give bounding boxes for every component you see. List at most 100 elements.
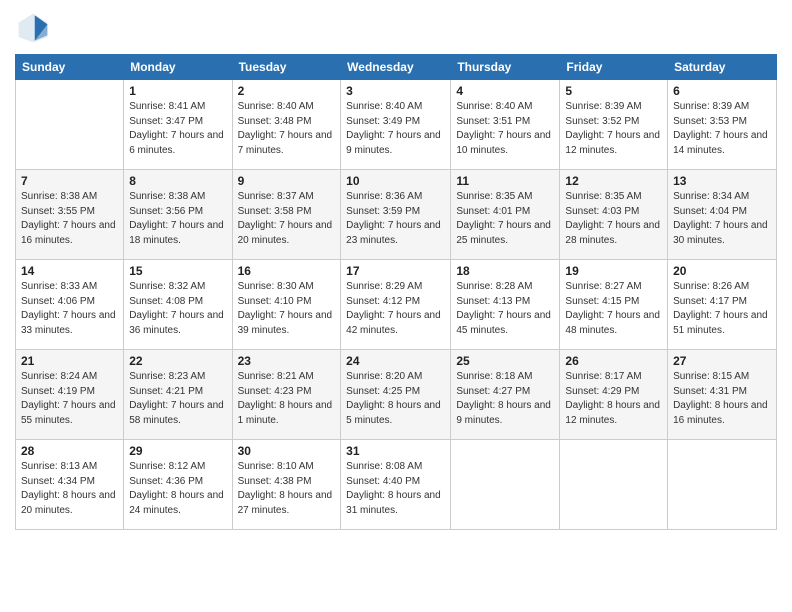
calendar-cell: 13 Sunrise: 8:34 AMSunset: 4:04 PMDayligh…: [668, 170, 777, 260]
day-number: 5: [565, 84, 662, 98]
calendar-cell: 15 Sunrise: 8:32 AMSunset: 4:08 PMDayligh…: [124, 260, 232, 350]
calendar-cell: 27 Sunrise: 8:15 AMSunset: 4:31 PMDayligh…: [668, 350, 777, 440]
day-info: Sunrise: 8:28 AMSunset: 4:13 PMDaylight:…: [456, 280, 554, 338]
day-info: Sunrise: 8:10 AMSunset: 4:38 PMDaylight:…: [238, 460, 336, 518]
day-info: Sunrise: 8:37 AMSunset: 3:58 PMDaylight:…: [238, 190, 336, 248]
calendar-cell: [451, 440, 560, 530]
day-info: Sunrise: 8:29 AMSunset: 4:12 PMDaylight:…: [346, 280, 445, 338]
day-number: 14: [21, 264, 118, 278]
day-info: Sunrise: 8:26 AMSunset: 4:17 PMDaylight:…: [673, 280, 771, 338]
header: [15, 10, 777, 46]
calendar-cell: 22 Sunrise: 8:23 AMSunset: 4:21 PMDayligh…: [124, 350, 232, 440]
day-info: Sunrise: 8:35 AMSunset: 4:01 PMDaylight:…: [456, 190, 554, 248]
day-info: Sunrise: 8:36 AMSunset: 3:59 PMDaylight:…: [346, 190, 445, 248]
day-number: 31: [346, 444, 445, 458]
calendar-cell: 21Sunrise: 8:24 AMSunset: 4:19 PMDayligh…: [16, 350, 124, 440]
calendar-cell: 17 Sunrise: 8:29 AMSunset: 4:12 PMDayligh…: [341, 260, 451, 350]
day-info: Sunrise: 8:40 AMSunset: 3:48 PMDaylight:…: [238, 100, 336, 158]
day-info: Sunrise: 8:35 AMSunset: 4:03 PMDaylight:…: [565, 190, 662, 248]
day-info: Sunrise: 8:38 AMSunset: 3:55 PMDaylight:…: [21, 190, 118, 248]
day-info: Sunrise: 8:18 AMSunset: 4:27 PMDaylight:…: [456, 370, 554, 428]
calendar-cell: [560, 440, 668, 530]
day-number: 25: [456, 354, 554, 368]
calendar-cell: 16Sunrise: 8:30 AMSunset: 4:10 PMDayligh…: [232, 260, 341, 350]
day-number: 23: [238, 354, 336, 368]
calendar: SundayMondayTuesdayWednesdayThursdayFrid…: [15, 54, 777, 530]
day-number: 9: [238, 174, 336, 188]
day-number: 6: [673, 84, 771, 98]
calendar-cell: 6 Sunrise: 8:39 AMSunset: 3:53 PMDaylight…: [668, 80, 777, 170]
calendar-cell: [16, 80, 124, 170]
calendar-cell: 20 Sunrise: 8:26 AMSunset: 4:17 PMDayligh…: [668, 260, 777, 350]
day-info: Sunrise: 8:15 AMSunset: 4:31 PMDaylight:…: [673, 370, 771, 428]
calendar-cell: [668, 440, 777, 530]
day-info: Sunrise: 8:24 AMSunset: 4:19 PMDaylight:…: [21, 370, 118, 428]
day-number: 2: [238, 84, 336, 98]
day-number: 27: [673, 354, 771, 368]
calendar-cell: 30 Sunrise: 8:10 AMSunset: 4:38 PMDayligh…: [232, 440, 341, 530]
calendar-cell: 3 Sunrise: 8:40 AMSunset: 3:49 PMDaylight…: [341, 80, 451, 170]
day-number: 19: [565, 264, 662, 278]
calendar-cell: 25 Sunrise: 8:18 AMSunset: 4:27 PMDayligh…: [451, 350, 560, 440]
day-number: 24: [346, 354, 445, 368]
calendar-cell: 10Sunrise: 8:36 AMSunset: 3:59 PMDayligh…: [341, 170, 451, 260]
calendar-cell: 28 Sunrise: 8:13 AMSunset: 4:34 PMDayligh…: [16, 440, 124, 530]
page: SundayMondayTuesdayWednesdayThursdayFrid…: [0, 0, 792, 612]
calendar-cell: 26 Sunrise: 8:17 AMSunset: 4:29 PMDayligh…: [560, 350, 668, 440]
day-info: Sunrise: 8:32 AMSunset: 4:08 PMDaylight:…: [129, 280, 226, 338]
day-info: Sunrise: 8:08 AMSunset: 4:40 PMDaylight:…: [346, 460, 445, 518]
calendar-cell: 29 Sunrise: 8:12 AMSunset: 4:36 PMDayligh…: [124, 440, 232, 530]
calendar-cell: 24 Sunrise: 8:20 AMSunset: 4:25 PMDayligh…: [341, 350, 451, 440]
day-number: 17: [346, 264, 445, 278]
day-number: 30: [238, 444, 336, 458]
day-number: 26: [565, 354, 662, 368]
calendar-cell: 4Sunrise: 8:40 AMSunset: 3:51 PMDaylight…: [451, 80, 560, 170]
day-number: 7: [21, 174, 118, 188]
day-number: 12: [565, 174, 662, 188]
day-info: Sunrise: 8:39 AMSunset: 3:52 PMDaylight:…: [565, 100, 662, 158]
day-number: 13: [673, 174, 771, 188]
day-info: Sunrise: 8:12 AMSunset: 4:36 PMDaylight:…: [129, 460, 226, 518]
day-number: 29: [129, 444, 226, 458]
day-number: 28: [21, 444, 118, 458]
day-number: 15: [129, 264, 226, 278]
calendar-cell: 19 Sunrise: 8:27 AMSunset: 4:15 PMDayligh…: [560, 260, 668, 350]
day-info: Sunrise: 8:40 AMSunset: 3:49 PMDaylight:…: [346, 100, 445, 158]
calendar-cell: 5 Sunrise: 8:39 AMSunset: 3:52 PMDaylight…: [560, 80, 668, 170]
calendar-cell: 11 Sunrise: 8:35 AMSunset: 4:01 PMDayligh…: [451, 170, 560, 260]
day-info: Sunrise: 8:34 AMSunset: 4:04 PMDaylight:…: [673, 190, 771, 248]
day-info: Sunrise: 8:27 AMSunset: 4:15 PMDaylight:…: [565, 280, 662, 338]
col-header-saturday: Saturday: [668, 55, 777, 80]
day-info: Sunrise: 8:20 AMSunset: 4:25 PMDaylight:…: [346, 370, 445, 428]
col-header-friday: Friday: [560, 55, 668, 80]
col-header-sunday: Sunday: [16, 55, 124, 80]
logo-icon: [15, 10, 51, 46]
day-info: Sunrise: 8:39 AMSunset: 3:53 PMDaylight:…: [673, 100, 771, 158]
day-number: 22: [129, 354, 226, 368]
day-number: 11: [456, 174, 554, 188]
day-info: Sunrise: 8:21 AMSunset: 4:23 PMDaylight:…: [238, 370, 336, 428]
calendar-cell: 1Sunrise: 8:41 AMSunset: 3:47 PMDaylight…: [124, 80, 232, 170]
day-info: Sunrise: 8:17 AMSunset: 4:29 PMDaylight:…: [565, 370, 662, 428]
calendar-cell: 12 Sunrise: 8:35 AMSunset: 4:03 PMDayligh…: [560, 170, 668, 260]
day-info: Sunrise: 8:13 AMSunset: 4:34 PMDaylight:…: [21, 460, 118, 518]
col-header-wednesday: Wednesday: [341, 55, 451, 80]
day-number: 18: [456, 264, 554, 278]
day-number: 3: [346, 84, 445, 98]
day-number: 8: [129, 174, 226, 188]
calendar-cell: 31 Sunrise: 8:08 AMSunset: 4:40 PMDayligh…: [341, 440, 451, 530]
calendar-cell: 2 Sunrise: 8:40 AMSunset: 3:48 PMDaylight…: [232, 80, 341, 170]
calendar-cell: 9 Sunrise: 8:37 AMSunset: 3:58 PMDaylight…: [232, 170, 341, 260]
calendar-cell: 23 Sunrise: 8:21 AMSunset: 4:23 PMDayligh…: [232, 350, 341, 440]
day-info: Sunrise: 8:30 AMSunset: 4:10 PMDaylight:…: [238, 280, 336, 338]
calendar-cell: 14 Sunrise: 8:33 AMSunset: 4:06 PMDayligh…: [16, 260, 124, 350]
logo: [15, 10, 55, 46]
day-number: 20: [673, 264, 771, 278]
day-info: Sunrise: 8:33 AMSunset: 4:06 PMDaylight:…: [21, 280, 118, 338]
day-info: Sunrise: 8:38 AMSunset: 3:56 PMDaylight:…: [129, 190, 226, 248]
day-number: 1: [129, 84, 226, 98]
day-info: Sunrise: 8:23 AMSunset: 4:21 PMDaylight:…: [129, 370, 226, 428]
col-header-tuesday: Tuesday: [232, 55, 341, 80]
day-info: Sunrise: 8:40 AMSunset: 3:51 PMDaylight:…: [456, 100, 554, 158]
calendar-cell: 8 Sunrise: 8:38 AMSunset: 3:56 PMDaylight…: [124, 170, 232, 260]
